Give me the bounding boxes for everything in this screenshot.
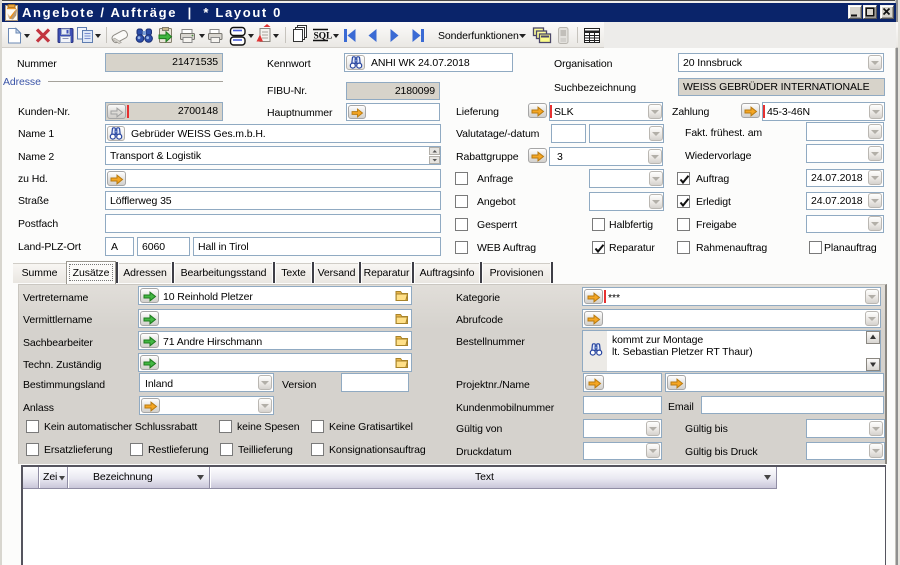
svg-text:Sonderfunktionen: Sonderfunktionen [438, 30, 519, 42]
